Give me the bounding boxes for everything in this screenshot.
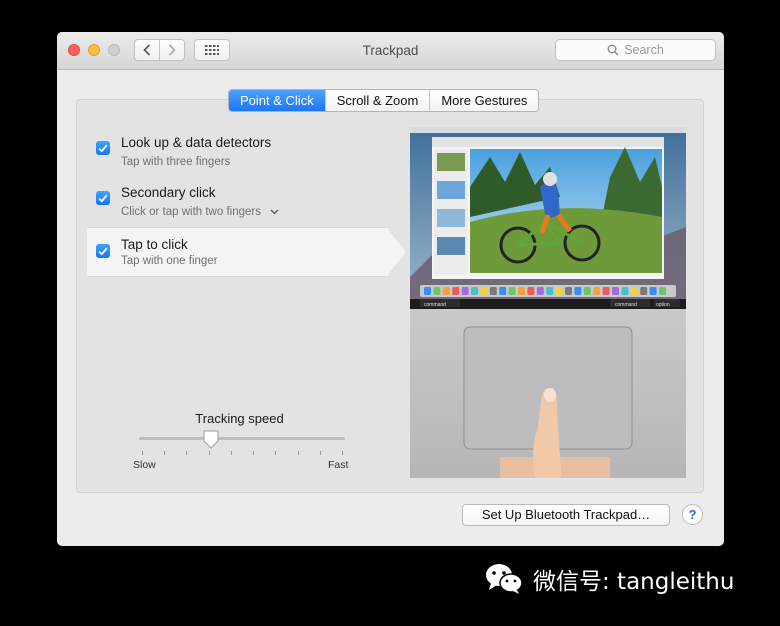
dock-app-icon <box>612 287 619 295</box>
dock-app-icon <box>489 287 497 295</box>
dock-app-icon <box>480 287 488 295</box>
option-title: Tap to click <box>121 237 188 252</box>
tab-point-and-click[interactable]: Point & Click <box>229 90 325 111</box>
dock-app-icon <box>593 287 601 295</box>
search-icon <box>607 44 619 56</box>
option-subtitle: Click or tap with two fingers <box>121 206 261 218</box>
search-placeholder: Search <box>624 43 664 57</box>
slider-tick <box>142 451 143 455</box>
watermark-text: 微信号: tangleithu <box>533 569 735 595</box>
option-secondary-click[interactable]: Secondary click Click or tap with two fi… <box>87 182 387 230</box>
dock-app-icon <box>536 287 544 295</box>
selection-arrow <box>386 227 406 277</box>
dock-app-icon <box>649 287 657 295</box>
dock-app-icon <box>433 287 441 295</box>
slider-tick <box>253 451 255 455</box>
dock-app-icon <box>565 287 572 295</box>
keyboard-key-label: command <box>615 302 637 308</box>
dock-app-icon <box>508 287 516 295</box>
dock-app-icon <box>546 287 554 295</box>
slider-tick <box>186 451 188 455</box>
dock-app-icon <box>461 287 469 295</box>
option-look-up[interactable]: Look up & data detectors Tap with three … <box>87 132 387 180</box>
tab-bar: Point & Click Scroll & Zoom More Gesture… <box>228 89 540 112</box>
tracking-speed-slider[interactable] <box>139 437 345 440</box>
slider-knob[interactable] <box>202 430 220 450</box>
slider-tick <box>342 451 343 455</box>
option-tap-to-click[interactable]: Tap to click Tap with one finger <box>87 227 406 277</box>
option-subtitle: Tap with three fingers <box>121 156 231 168</box>
tracking-speed-label: Tracking speed <box>195 411 284 426</box>
slider-tick <box>275 451 277 455</box>
dock-app-icon <box>518 287 525 295</box>
dock-app-icon <box>583 287 591 295</box>
checkmark-icon <box>98 247 108 256</box>
search-field[interactable]: Search <box>555 39 716 61</box>
dock-app-icon <box>527 287 535 295</box>
dock-app-icon <box>630 287 638 295</box>
secondary-click-dropdown[interactable]: Click or tap with two fingers <box>121 206 279 218</box>
slider-tick <box>230 451 232 455</box>
help-button[interactable]: ? <box>682 504 703 525</box>
checkmark-icon <box>98 194 108 203</box>
dock-app-icon <box>640 287 648 295</box>
dock-app-icon <box>424 287 431 295</box>
look-up-checkbox[interactable] <box>96 141 110 155</box>
slider-max-label: Fast <box>328 459 349 471</box>
tab-more-gestures[interactable]: More Gestures <box>429 90 539 111</box>
dock-app-icon <box>621 287 629 295</box>
set-up-bluetooth-trackpad-button[interactable]: Set Up Bluetooth Trackpad… <box>462 504 670 526</box>
wechat-icon <box>486 564 523 594</box>
option-title: Look up & data detectors <box>121 135 272 150</box>
dock-app-icon <box>574 287 582 295</box>
dock-app-icon <box>602 287 610 295</box>
tap-to-click-checkbox[interactable] <box>96 244 110 258</box>
slider-tick <box>164 451 166 455</box>
keyboard-key-label: command <box>424 302 446 308</box>
dock-app-icon <box>471 287 478 295</box>
slider-tick <box>297 451 299 455</box>
chevron-down-icon <box>270 209 279 215</box>
dock-app-icon <box>659 287 666 295</box>
dock-app-icon <box>555 287 563 295</box>
preferences-window: Trackpad Search Point & Click Scroll & Z… <box>57 32 724 546</box>
keyboard-key-label: option <box>656 302 670 308</box>
slider-min-label: Slow <box>133 459 156 471</box>
checkmark-icon <box>98 144 108 153</box>
slider-tick <box>319 451 321 455</box>
slider-tick <box>208 451 210 455</box>
dock-app-icon <box>442 287 450 295</box>
gesture-preview-image: command command option <box>410 127 686 478</box>
dock-app-icon <box>499 287 507 295</box>
option-title: Secondary click <box>121 185 216 200</box>
tab-scroll-and-zoom[interactable]: Scroll & Zoom <box>324 90 430 111</box>
option-subtitle: Tap with one finger <box>121 255 218 267</box>
title-bar: Trackpad Search <box>57 32 724 70</box>
dock-app-icon <box>452 287 460 295</box>
watermark: 微信号: tangleithu <box>485 562 734 596</box>
secondary-click-checkbox[interactable] <box>96 191 110 205</box>
